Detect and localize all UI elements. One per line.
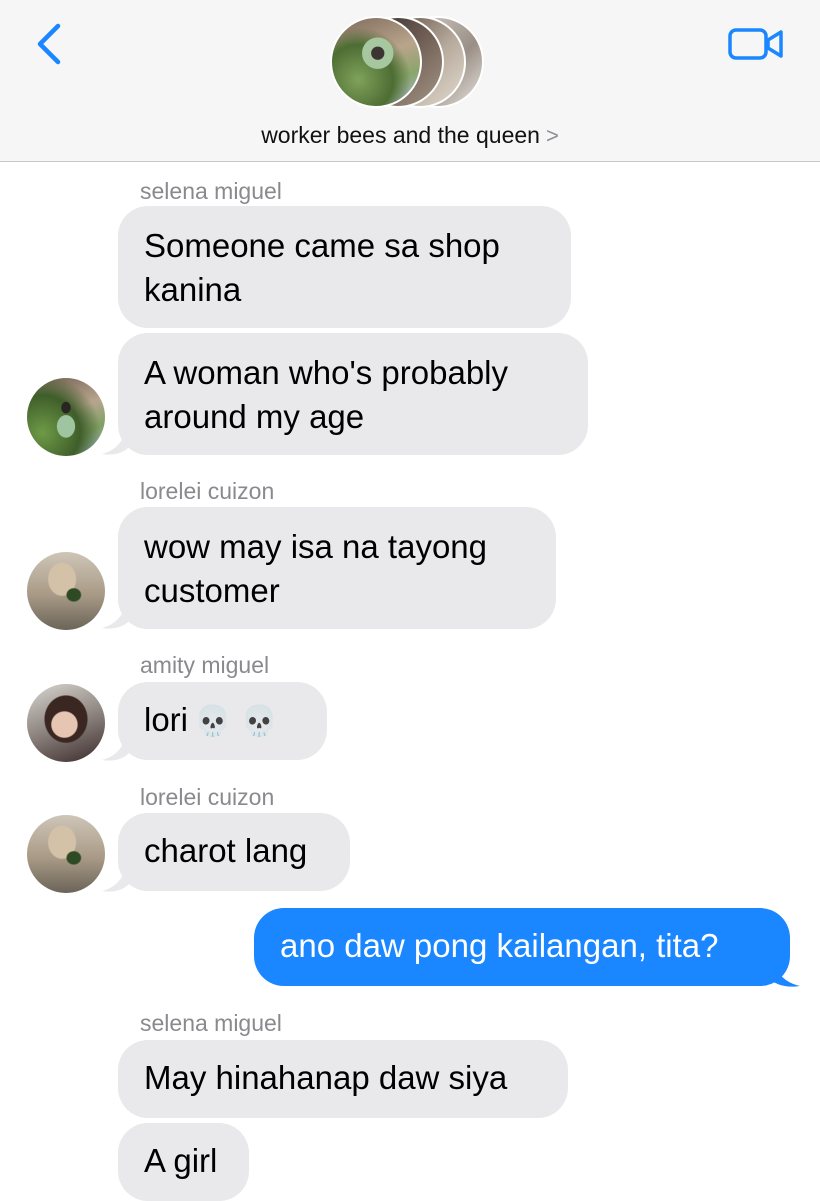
avatar-lorelei-cuizon[interactable]	[27, 552, 105, 630]
message-bubble-outgoing[interactable]: ano daw pong kailangan, tita?	[254, 908, 790, 986]
bubble-tail	[102, 594, 130, 629]
message-bubble-incoming[interactable]: Someone came sa shop kanina	[118, 206, 571, 328]
group-avatar-1	[330, 16, 422, 108]
chevron-left-icon[interactable]	[30, 22, 70, 66]
message-bubble-incoming[interactable]: A girl	[118, 1123, 249, 1201]
avatar-lorelei-cuizon[interactable]	[27, 815, 105, 893]
sender-name: selena miguel	[140, 1010, 282, 1036]
message-bubble-incoming[interactable]: A woman who's probably around my age	[118, 333, 588, 455]
group-name: worker bees and the queen	[261, 122, 540, 148]
message-bubble-incoming[interactable]: charot lang	[118, 813, 350, 891]
sender-name: lorelei cuizon	[140, 784, 275, 810]
avatar-amity-miguel[interactable]	[27, 684, 105, 762]
bubble-tail	[102, 726, 130, 761]
group-name-button[interactable]: worker bees and the queen >	[0, 122, 820, 149]
video-camera-icon[interactable]	[727, 24, 785, 64]
sender-name: selena miguel	[140, 178, 282, 204]
message-bubble-incoming[interactable]: May hinahanap daw siya	[118, 1040, 568, 1118]
chevron-right-icon: >	[545, 123, 559, 148]
bubble-tail	[768, 952, 800, 987]
skull-emoji: 💀 💀	[194, 704, 279, 739]
sender-name: amity miguel	[140, 652, 270, 678]
group-avatar-stack[interactable]	[330, 16, 495, 110]
avatar-selena-miguel[interactable]	[27, 378, 105, 456]
message-text: lori	[144, 701, 189, 738]
sender-name: lorelei cuizon	[140, 478, 275, 504]
bubble-tail	[102, 857, 130, 892]
message-bubble-incoming[interactable]: lori 💀 💀	[118, 682, 327, 760]
message-bubble-incoming[interactable]: wow may isa na tayong customer	[118, 507, 556, 629]
chat-header: worker bees and the queen >	[0, 0, 820, 162]
bubble-tail	[102, 420, 130, 455]
